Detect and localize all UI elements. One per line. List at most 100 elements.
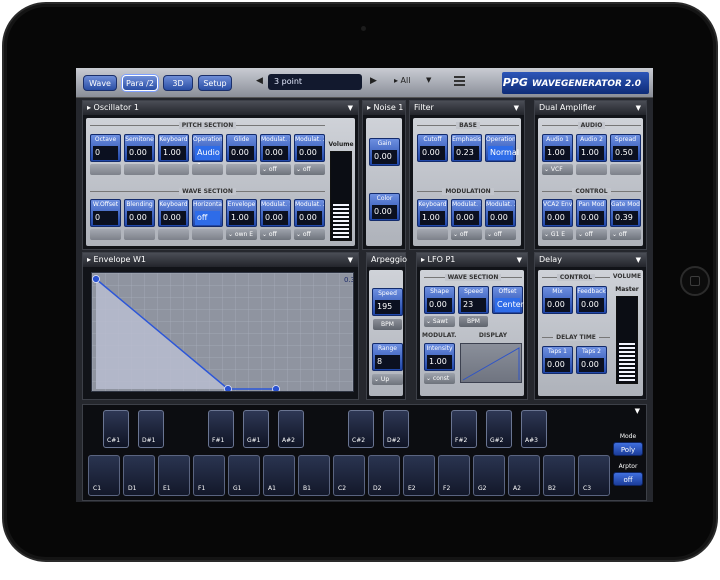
piano-key-f2[interactable]: F2: [438, 455, 470, 496]
piano-key-c3[interactable]: C3: [578, 455, 610, 496]
piano-key-d1[interactable]: D1: [123, 455, 155, 496]
pitch-knob-value[interactable]: 0.00: [297, 146, 322, 160]
noise-title[interactable]: ▸ Noise 1: [363, 101, 405, 115]
amp-audio-knob-value[interactable]: 1.00: [579, 146, 604, 160]
pitch-semitone-knob[interactable]: Semitone 0.00: [124, 134, 155, 162]
lfo-intensity-knob[interactable]: Intensity 1.00: [424, 343, 455, 371]
filter-mod-keyboard-knob[interactable]: Keyboard 1.00: [417, 199, 448, 227]
pitch-knob-value[interactable]: 0.00: [127, 146, 152, 160]
wave-knob-value[interactable]: 0.00: [161, 211, 186, 225]
filter-cutoff-knob[interactable]: Cutoff 0.00: [417, 134, 448, 162]
piano-key-b2[interactable]: B2: [543, 455, 575, 496]
pitch-knob-value[interactable]: Audio 1: [195, 146, 220, 171]
filter-title[interactable]: Filter ▼: [410, 101, 524, 115]
wave-knob-value[interactable]: 0.00: [263, 211, 288, 225]
wave-modulat-1-knob[interactable]: Modulat. 1 0.00: [260, 199, 291, 227]
amp-control-pan-mod-knob[interactable]: Pan Mod 0.00: [576, 199, 607, 227]
amp-control-knob-value[interactable]: 0.00: [579, 211, 604, 225]
wave-dropdown[interactable]: ⌄ off: [294, 229, 325, 240]
piano-key-g-2-sharp[interactable]: G#2: [486, 410, 512, 448]
piano-key-c2[interactable]: C2: [333, 455, 365, 496]
envelope-graph[interactable]: 0.3: [92, 273, 354, 392]
menu-icon[interactable]: [454, 76, 465, 87]
pitch-keyboard-knob[interactable]: Keyboard 1.00: [158, 134, 189, 162]
filter-mod-modulat-2-knob[interactable]: Modulat. 2 0.00: [485, 199, 516, 227]
amp-control-knob-value[interactable]: 0.39: [613, 211, 638, 225]
pitch-modulat-1-knob[interactable]: Modulat. 1 0.00: [260, 134, 291, 162]
filter-knob-value[interactable]: Normal: [488, 146, 519, 160]
master-volume-slider[interactable]: [616, 296, 638, 384]
filter-mod-dropdown[interactable]: ⌄ off: [451, 229, 482, 240]
amp-audio-spread-knob[interactable]: Spread 0.50: [610, 134, 641, 162]
amp-control-vca2-env-knob[interactable]: VCA2 Env 0.00: [542, 199, 573, 227]
wave-blending-knob[interactable]: Blending 0.00: [124, 199, 155, 227]
wave-horizontal-knob[interactable]: Horizontal off: [192, 199, 223, 227]
wave-knob-value[interactable]: 0: [93, 211, 118, 225]
lfo-shape-knob[interactable]: Shape 0.00: [424, 286, 455, 314]
lfo-offset-knob[interactable]: Offset Center: [492, 286, 524, 314]
piano-key-f-2-sharp[interactable]: F#2: [451, 410, 477, 448]
wave-dropdown[interactable]: ⌄ own E: [226, 229, 257, 240]
amp-audio-audio-2-knob[interactable]: Audio 2 1.00: [576, 134, 607, 162]
filter-mod-dropdown[interactable]: ⌄ off: [485, 229, 516, 240]
envelope-node[interactable]: [224, 385, 232, 393]
lfo-speed-knob[interactable]: Speed 23: [458, 286, 489, 314]
pitch-knob-value[interactable]: 1.00: [161, 146, 186, 160]
wave-knob-value[interactable]: 0.00: [297, 211, 322, 225]
delay-taps2-knob[interactable]: Taps 2 0.00: [576, 346, 607, 374]
piano-key-c1[interactable]: C1: [88, 455, 120, 496]
filter-mod-modulat-1-knob[interactable]: Modulat. 1 0.00: [451, 199, 482, 227]
amp-control-dropdown[interactable]: ⌄ G1 E: [542, 229, 573, 240]
arp-speed-knob[interactable]: Speed 195: [372, 288, 403, 316]
amp-audio-knob-value[interactable]: 1.00: [545, 146, 570, 160]
delay-feedback-knob[interactable]: Feedback 0.00: [576, 286, 607, 314]
amp-audio-knob-value[interactable]: 0.50: [613, 146, 638, 160]
piano-key-a-3-sharp[interactable]: A#3: [521, 410, 547, 448]
piano-key-d-2-sharp[interactable]: D#2: [383, 410, 409, 448]
preset-name-field[interactable]: 3 point: [268, 74, 362, 90]
arp-range-knob[interactable]: Range 8: [372, 343, 403, 371]
wave-knob-value[interactable]: 0.00: [127, 211, 152, 225]
pitch-operation-knob[interactable]: Operation Audio 1: [192, 134, 223, 171]
tab-para[interactable]: Para /2: [122, 75, 158, 91]
piano-key-c-1-sharp[interactable]: C#1: [103, 410, 129, 448]
piano-key-d2[interactable]: D2: [368, 455, 400, 496]
piano-key-e2[interactable]: E2: [403, 455, 435, 496]
pitch-dropdown[interactable]: ⌄ off: [294, 164, 325, 175]
amp-audio-audio-1-knob[interactable]: Audio 1 1.00: [542, 134, 573, 162]
arp-bpm-label[interactable]: BPM: [373, 319, 402, 330]
filter-mod-knob-value[interactable]: 1.00: [420, 211, 445, 225]
piano-key-f-1-sharp[interactable]: F#1: [208, 410, 234, 448]
amp-control-gate-mod-knob[interactable]: Gate Mod 0.39: [610, 199, 641, 227]
piano-key-a1[interactable]: A1: [263, 455, 295, 496]
prev-preset-icon[interactable]: ◀: [256, 76, 263, 86]
piano-key-a2[interactable]: A2: [508, 455, 540, 496]
filter-knob-value[interactable]: 0.00: [420, 146, 445, 160]
lfo-title[interactable]: ▸ LFO P1 ▼: [417, 253, 527, 267]
lfo-shape-dropdown[interactable]: ⌄ Sawt: [424, 316, 455, 327]
wave-dropdown[interactable]: ⌄ off: [260, 229, 291, 240]
chevron-down-icon[interactable]: ▼: [426, 76, 431, 84]
next-preset-icon[interactable]: ▶: [370, 76, 377, 86]
tab-wave[interactable]: Wave: [83, 75, 117, 91]
filter-knob-value[interactable]: 0.23: [454, 146, 479, 160]
filter-mod-knob-value[interactable]: 0.00: [454, 211, 479, 225]
arptor-button[interactable]: off: [613, 472, 643, 486]
piano-key-d-1-sharp[interactable]: D#1: [138, 410, 164, 448]
wave-knob-value[interactable]: off: [195, 211, 220, 225]
pitch-knob-value[interactable]: 0: [93, 146, 118, 160]
pitch-modulat-2-knob[interactable]: Modulat. 2 0.00: [294, 134, 325, 162]
pitch-octave-knob[interactable]: Octave 0: [90, 134, 121, 162]
amp-control-dropdown[interactable]: ⌄ off: [610, 229, 641, 240]
tab-setup[interactable]: Setup: [198, 75, 232, 91]
envelope-editor[interactable]: 0.3: [91, 272, 354, 392]
amplifier-title[interactable]: Dual Amplifier ▼: [535, 101, 646, 115]
filter-emphasis-knob[interactable]: Emphasis 0.23: [451, 134, 482, 162]
envelope-title[interactable]: ▸ Envelope W1 ▼: [83, 253, 358, 267]
lfo-intensity-dropdown[interactable]: ⌄ const: [424, 373, 455, 384]
category-filter[interactable]: ▸ All: [394, 76, 410, 85]
envelope-node[interactable]: [272, 385, 280, 393]
piano-key-g-1-sharp[interactable]: G#1: [243, 410, 269, 448]
color-knob[interactable]: Color 0.00: [369, 193, 400, 221]
delay-title[interactable]: Delay ▼: [535, 253, 646, 267]
